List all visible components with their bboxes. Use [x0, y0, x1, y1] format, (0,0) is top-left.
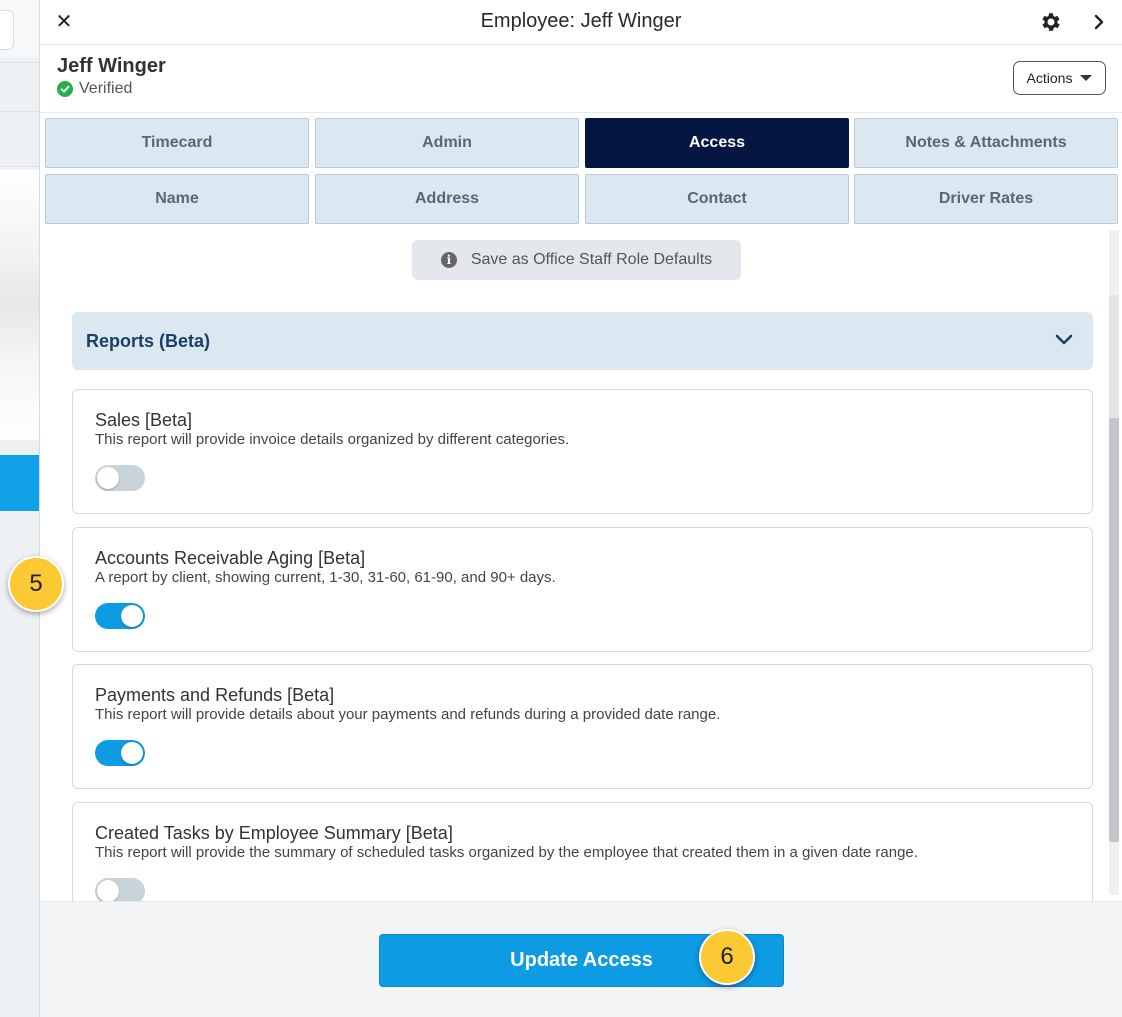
actions-label: Actions [1026, 70, 1073, 86]
tab-admin[interactable]: Admin [315, 118, 579, 168]
tab-timecard[interactable]: Timecard [45, 118, 309, 168]
tab-notes-attachments[interactable]: Notes & Attachments [854, 118, 1118, 168]
tab-label: Notes & Attachments [905, 134, 1067, 151]
scrollbar-thumb[interactable] [1109, 418, 1119, 842]
page-title: Employee: Jeff Winger [480, 10, 682, 32]
caret-down-icon [1080, 75, 1093, 81]
tab-label: Timecard [141, 134, 213, 151]
report-toggle-sales[interactable] [95, 465, 145, 491]
scrollbar-track-upper [1109, 295, 1119, 420]
report-toggle-ar-aging[interactable] [95, 603, 145, 629]
report-card-sales: Sales [Beta] This report will provide in… [72, 389, 1093, 514]
chevron-down-icon [1055, 334, 1073, 345]
tab-label: Name [155, 190, 199, 207]
report-toggle-payments-refunds[interactable] [95, 740, 145, 766]
panel-footer: Update Access [40, 901, 1122, 1017]
chevron-right-icon[interactable] [1090, 12, 1108, 32]
toggle-knob [97, 880, 119, 901]
employee-summary: Jeff Winger Verified Actions [40, 45, 1122, 113]
tab-label: Contact [687, 190, 747, 207]
check-circle-icon [57, 81, 73, 97]
report-description: This report will provide invoice details… [95, 431, 570, 448]
panel-header: ✕ Employee: Jeff Winger [40, 0, 1122, 45]
step-badge-5: 5 [8, 556, 64, 612]
step-badge-6: 6 [699, 929, 755, 985]
report-title: Accounts Receivable Aging [Beta] [95, 548, 366, 568]
info-icon: i [440, 252, 457, 268]
toggle-knob [121, 742, 143, 764]
tab-access[interactable]: Access [585, 118, 849, 168]
verified-label: Verified [79, 80, 133, 97]
divider [0, 166, 40, 167]
divider [0, 111, 40, 112]
employee-name: Jeff Winger [57, 55, 166, 77]
toggle-knob [97, 467, 119, 489]
report-card-ar-aging: Accounts Receivable Aging [Beta] A repor… [72, 527, 1093, 652]
access-content: i Save as Office Staff Role Defaults Rep… [40, 224, 1122, 901]
save-role-defaults-button[interactable]: i Save as Office Staff Role Defaults [412, 240, 741, 280]
report-toggle-created-tasks[interactable] [95, 878, 145, 901]
report-title: Sales [Beta] [95, 410, 193, 430]
report-description: A report by client, showing current, 1-3… [95, 569, 556, 586]
toggle-knob [121, 605, 143, 627]
report-title: Payments and Refunds [Beta] [95, 685, 335, 705]
actions-button[interactable]: Actions [1013, 61, 1106, 95]
gear-icon[interactable] [1039, 10, 1063, 34]
tab-label: Access [688, 134, 746, 151]
report-description: This report will provide details about y… [95, 706, 721, 723]
employee-panel: ✕ Employee: Jeff Winger Jeff Winger Veri… [39, 0, 1122, 1017]
section-title: Reports (Beta) [86, 331, 211, 351]
tab-contact[interactable]: Contact [585, 174, 849, 224]
tab-name[interactable]: Name [45, 174, 309, 224]
background-button [0, 455, 40, 511]
background-box [0, 10, 14, 50]
background-header [0, 0, 40, 58]
reports-accordion-header[interactable]: Reports (Beta) [72, 312, 1093, 370]
report-card-created-tasks: Created Tasks by Employee Summary [Beta]… [72, 802, 1093, 901]
tab-label: Driver Rates [938, 190, 1034, 207]
report-title: Created Tasks by Employee Summary [Beta] [95, 823, 453, 843]
report-description: This report will provide the summary of … [95, 844, 918, 861]
tab-address[interactable]: Address [315, 174, 579, 224]
divider [0, 62, 40, 63]
tab-label: Address [414, 190, 480, 207]
blurred-content [0, 170, 40, 440]
tab-driver-rates[interactable]: Driver Rates [854, 174, 1118, 224]
report-card-payments-refunds: Payments and Refunds [Beta] This report … [72, 664, 1093, 789]
tab-label: Admin [422, 134, 472, 151]
verified-status: Verified [57, 80, 132, 98]
background-app [0, 0, 40, 1017]
save-defaults-label: Save as Office Staff Role Defaults [470, 251, 713, 268]
